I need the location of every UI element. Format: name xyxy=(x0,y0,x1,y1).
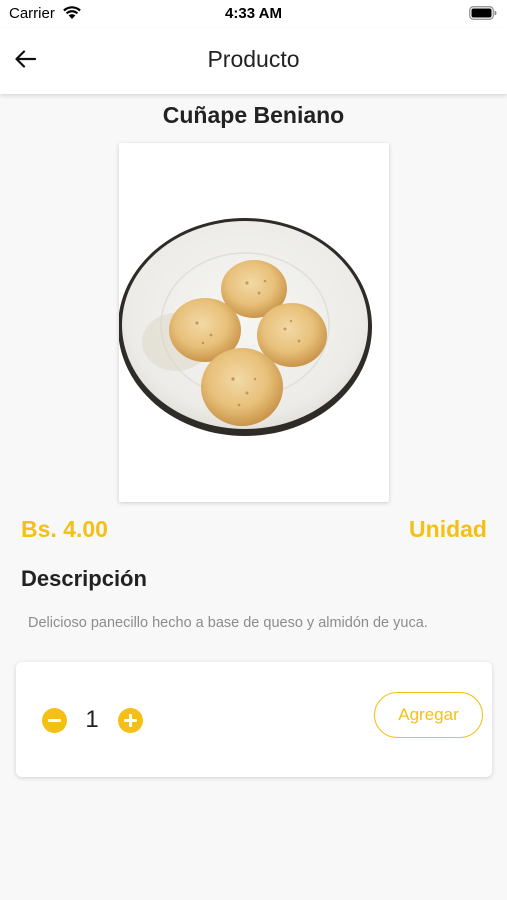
product-price: Bs. 4.00 xyxy=(21,516,108,542)
status-time: 4:33 AM xyxy=(225,5,282,22)
app-bar: Producto xyxy=(0,28,507,94)
product-description: Delicioso panecillo hecho a base de ques… xyxy=(28,615,428,631)
add-to-cart-card: 1 Agregar xyxy=(16,662,492,777)
add-button[interactable]: Agregar xyxy=(374,692,483,738)
page-title: Producto xyxy=(207,46,300,72)
battery-icon xyxy=(469,6,497,20)
product-unit: Unidad xyxy=(409,516,487,542)
decrease-quantity-button[interactable] xyxy=(42,708,67,733)
quantity-value: 1 xyxy=(85,706,99,733)
product-name: Cuñape Beniano xyxy=(162,102,345,128)
product-image xyxy=(118,143,389,502)
status-bar: Carrier 4:33 AM xyxy=(0,0,507,28)
increase-quantity-button[interactable] xyxy=(118,708,143,733)
description-heading: Descripción xyxy=(21,566,147,591)
